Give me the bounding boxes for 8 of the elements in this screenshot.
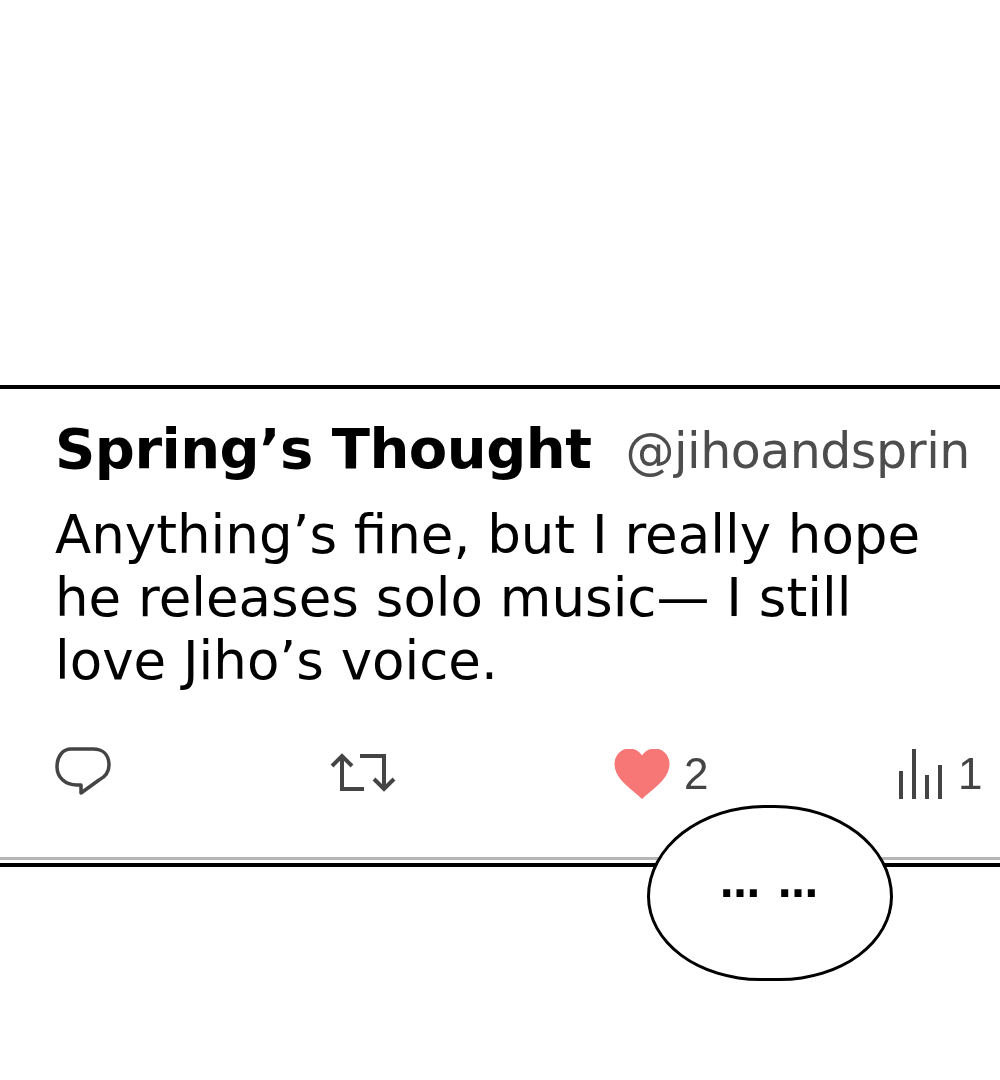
- author-handle: @jihoandsprin: [625, 422, 970, 482]
- views-icon[interactable]: [898, 749, 944, 799]
- post-text: Anything’s fine, but I really hope he releases solo music— I still love Jiho’s voice.: [55, 503, 922, 692]
- like-count: 2: [684, 749, 709, 799]
- author-name: Spring’s Thought: [55, 415, 592, 482]
- speech-bubble: … …: [647, 805, 893, 981]
- views-count: 1: [958, 749, 983, 799]
- heart-icon[interactable]: [614, 749, 670, 799]
